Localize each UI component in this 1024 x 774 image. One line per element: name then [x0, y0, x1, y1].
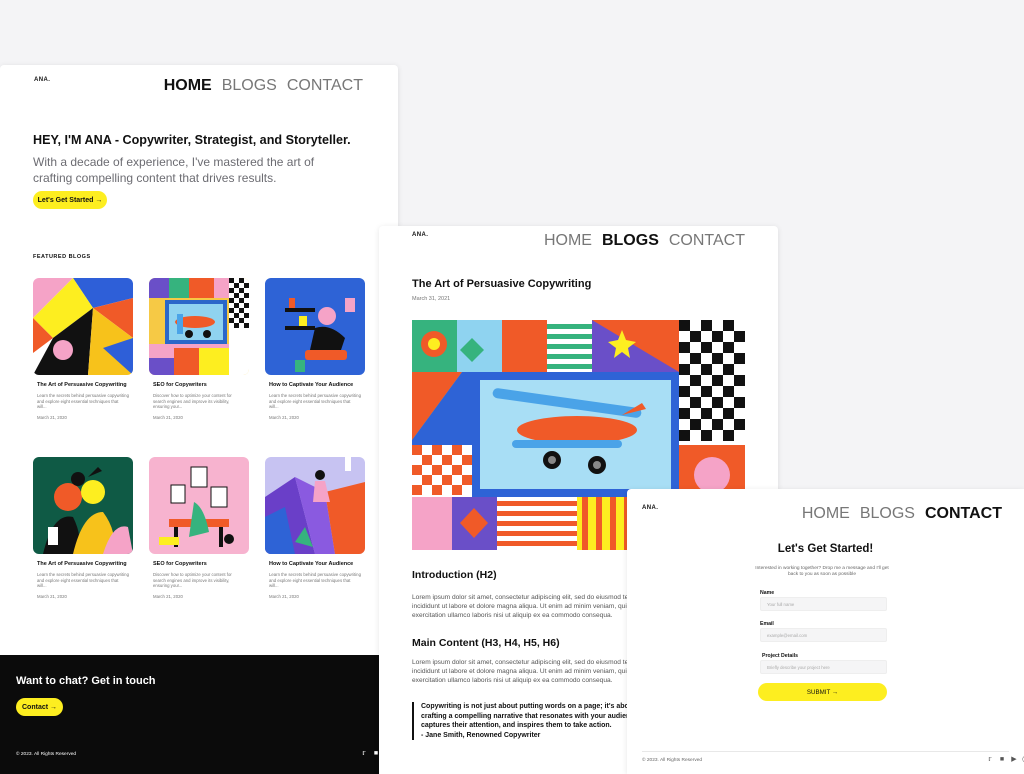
contact-button[interactable]: Contact → — [16, 698, 63, 716]
intro-heading: Introduction (H2) — [412, 569, 497, 581]
blog-card[interactable]: The Art of Persuasive Copywriting Learn … — [33, 457, 133, 599]
blog-card-description: Discover how to optimize your content fo… — [153, 572, 232, 588]
contact-subtitle: Interested in working together? Drop me … — [755, 566, 889, 578]
blog-card-date: March 21, 2020 — [269, 414, 299, 420]
contact-title: Let's Get Started! — [777, 543, 874, 555]
intro-paragraph: Lorem ipsum dolor sit amet, consectetur … — [412, 594, 654, 620]
nav-home[interactable]: HOME — [164, 77, 212, 95]
nav-blogs[interactable]: BLOGS — [860, 505, 915, 523]
nav-blogs[interactable]: BLOGS — [602, 232, 659, 250]
main-nav: HOME BLOGS CONTACT — [802, 505, 1002, 523]
featured-blogs-heading: FEATURED BLOGS — [33, 254, 91, 260]
name-field[interactable]: Your full name — [760, 597, 887, 611]
blog-card-description: Learn the secrets behind persuasive copy… — [269, 393, 361, 409]
blog-card-title[interactable]: How to Captivate Your Audience — [269, 561, 361, 568]
nav-home[interactable]: HOME — [802, 505, 850, 523]
blog-card-date: March 21, 2020 — [153, 593, 183, 599]
twitter-icon[interactable]: 𝕣 — [986, 756, 994, 764]
blog-card-title[interactable]: How to Captivate Your Audience — [269, 382, 361, 389]
site-logo[interactable]: ANA. — [34, 77, 50, 83]
quote-author: - Jane Smith, Renowned Copywriter — [421, 731, 541, 739]
quote-text: Copywriting is not just about putting wo… — [421, 703, 640, 730]
project-details-label: Project Details — [762, 653, 799, 659]
copyright-text: © 2023. All Rights Reserved — [642, 758, 703, 763]
blog-card[interactable]: SEO for Copywriters Discover how to opti… — [149, 457, 249, 599]
main-nav: HOME BLOGS CONTACT — [164, 77, 363, 95]
social-links: 𝕣 ■ ▶ ◯ — [986, 756, 1024, 764]
blog-card-description: Learn the secrets behind persuasive copy… — [37, 393, 129, 409]
blog-card[interactable]: SEO for Copywriters Discover how to opti… — [149, 278, 249, 420]
blockquote: Copywriting is not just about putting wo… — [412, 702, 662, 741]
blog-card-image[interactable] — [33, 457, 133, 554]
nav-contact[interactable]: CONTACT — [925, 505, 1002, 523]
nav-contact[interactable]: CONTACT — [287, 77, 363, 95]
youtube-icon[interactable]: ▶ — [1010, 756, 1018, 764]
post-title: The Art of Persuasive Copywriting — [412, 278, 592, 290]
name-label: Name — [760, 590, 775, 596]
main-content-heading: Main Content (H3, H4, H5, H6) — [412, 637, 560, 649]
blog-card-image[interactable] — [265, 457, 365, 554]
blog-card-date: March 21, 2020 — [153, 414, 183, 420]
blog-card-image[interactable] — [33, 278, 133, 375]
blog-card-description: Learn the secrets behind persuasive copy… — [269, 572, 361, 588]
blog-card[interactable]: The Art of Persuasive Copywriting Learn … — [33, 278, 133, 420]
email-field[interactable]: example@email.com — [760, 628, 887, 642]
submit-button[interactable]: SUBMIT → — [758, 683, 887, 701]
blog-card-image[interactable] — [149, 457, 249, 554]
home-page-window: ANA. HOME BLOGS CONTACT HEY, I'M ANA - C… — [0, 65, 398, 774]
linkedin-icon[interactable]: ■ — [998, 756, 1006, 764]
blog-card-description: Discover how to optimize your content fo… — [153, 393, 232, 409]
site-logo[interactable]: ANA. — [642, 505, 658, 511]
blog-card[interactable]: How to Captivate Your Audience Learn the… — [265, 457, 365, 599]
blog-card-description: Learn the secrets behind persuasive copy… — [37, 572, 129, 588]
blog-card-title[interactable]: SEO for Copywriters — [153, 561, 245, 568]
main-paragraph: Lorem ipsum dolor sit amet, consectetur … — [412, 659, 654, 685]
site-logo[interactable]: ANA. — [412, 232, 428, 238]
blog-card-date: March 21, 2020 — [37, 414, 67, 420]
copyright-text: © 2023. All Rights Reserved — [16, 752, 77, 757]
blog-card-title[interactable]: SEO for Copywriters — [153, 382, 245, 389]
get-started-button[interactable]: Let's Get Started → — [33, 191, 107, 209]
nav-blogs[interactable]: BLOGS — [222, 77, 277, 95]
hero-subtitle: With a decade of experience, I've master… — [33, 155, 315, 185]
hero-title: HEY, I'M ANA - Copywriter, Strategist, a… — [33, 133, 351, 147]
blog-card-image[interactable] — [149, 278, 249, 375]
blog-card-date: March 21, 2020 — [37, 593, 67, 599]
nav-home[interactable]: HOME — [544, 232, 592, 250]
blog-card-title[interactable]: The Art of Persuasive Copywriting — [37, 382, 129, 389]
footer-title: Want to chat? Get in touch — [16, 675, 156, 687]
email-label: Email — [760, 621, 774, 627]
contact-page-window: ANA. HOME BLOGS CONTACT Let's Get Starte… — [627, 489, 1024, 774]
blog-card[interactable]: How to Captivate Your Audience Learn the… — [265, 278, 365, 420]
footer-divider — [642, 751, 1009, 752]
post-date: March 31, 2021 — [412, 296, 451, 302]
nav-contact[interactable]: CONTACT — [669, 232, 745, 250]
main-nav: HOME BLOGS CONTACT — [544, 232, 745, 250]
blog-card-title[interactable]: The Art of Persuasive Copywriting — [37, 561, 129, 568]
blog-card-date: March 21, 2020 — [269, 593, 299, 599]
blog-card-image[interactable] — [265, 278, 365, 375]
twitter-icon[interactable]: 𝕣 — [360, 750, 368, 758]
contact-footer: Want to chat? Get in touch Contact → © 2… — [0, 655, 398, 774]
project-details-field[interactable]: Briefly describe your project here — [760, 660, 887, 674]
